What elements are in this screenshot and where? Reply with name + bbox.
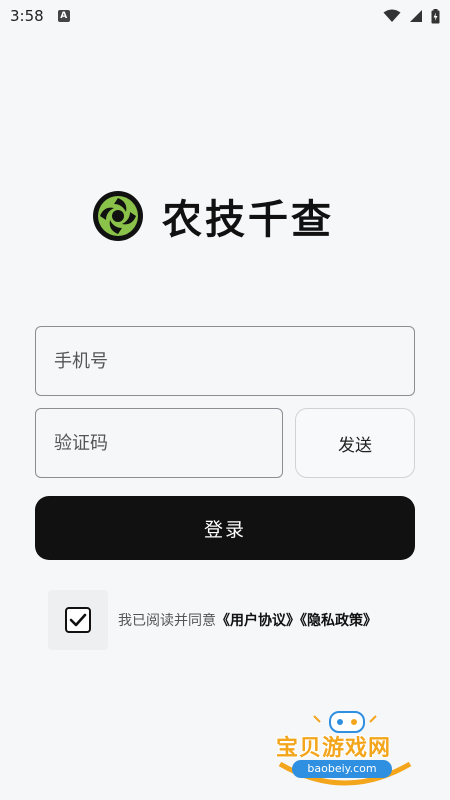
checkmark-icon: [69, 613, 87, 627]
agreement-checkbox[interactable]: [65, 607, 91, 633]
brand-header: 农技千查: [92, 188, 334, 244]
app-title: 农技千查: [162, 197, 334, 243]
cell-signal-icon: [410, 10, 422, 22]
watermark: 宝贝游戏网 baobeiy.com: [270, 702, 420, 792]
status-time: 3:58: [10, 7, 44, 25]
status-left: 3:58 A: [10, 7, 70, 25]
agreement-row: 我已阅读并同意《用户协议》《隐私政策》: [48, 590, 377, 650]
watermark-title: 宝贝游戏网: [276, 736, 392, 761]
battery-icon: [431, 8, 440, 23]
app-logo-icon: [93, 191, 143, 241]
agreement-checkbox-area[interactable]: [48, 590, 108, 650]
status-right: [383, 8, 440, 24]
phone-field[interactable]: [35, 326, 415, 396]
phone-input[interactable]: [36, 327, 414, 395]
agreement-text: 我已阅读并同意《用户协议》《隐私政策》: [118, 610, 377, 630]
status-bar: 3:58 A: [0, 0, 450, 32]
notification-badge-icon: A: [57, 10, 70, 22]
privacy-policy-link[interactable]: 《隐私政策》: [300, 613, 377, 629]
watermark-url: baobeiy.com: [292, 760, 392, 778]
login-button[interactable]: 登录: [35, 496, 415, 560]
verification-code-field[interactable]: [35, 408, 283, 478]
wifi-icon: [383, 9, 401, 22]
agreement-prefix: 我已阅读并同意: [118, 613, 216, 629]
user-agreement-link[interactable]: 《用户协议》: [216, 613, 300, 629]
send-code-button[interactable]: 发送: [295, 408, 415, 478]
verification-code-input[interactable]: [36, 409, 282, 477]
